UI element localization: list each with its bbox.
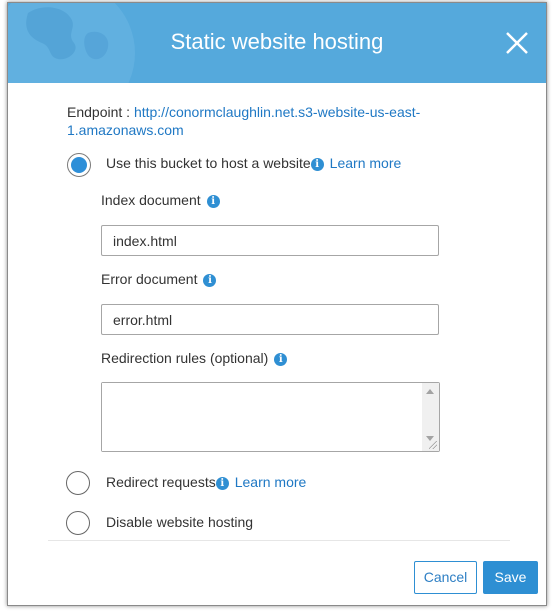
option-disable-hosting: Disable website hosting [106, 514, 253, 530]
option-host-website-label: Use this bucket to host a website [106, 155, 311, 171]
save-button[interactable]: Save [483, 561, 538, 594]
learn-more-link-redirect[interactable]: Learn more [235, 474, 307, 490]
info-icon[interactable]: i [203, 274, 217, 287]
endpoint-line: Endpoint : http://conormclaughlin.net.s3… [67, 103, 447, 139]
close-icon[interactable] [504, 30, 530, 56]
index-document-input[interactable] [101, 225, 439, 256]
info-icon[interactable]: i [274, 353, 288, 366]
info-icon[interactable]: i [215, 477, 229, 490]
option-redirect-requests-label: Redirect requests [106, 474, 216, 490]
error-document-input[interactable] [101, 304, 439, 335]
scroll-up-arrow-icon[interactable] [426, 389, 434, 394]
radio-host-website[interactable] [67, 153, 91, 177]
index-document-label-row: Index document i [101, 192, 220, 208]
resize-grip-icon[interactable] [429, 441, 437, 449]
redirection-rules-label: Redirection rules (optional) [101, 350, 269, 366]
radio-disable-hosting[interactable] [66, 511, 90, 535]
option-redirect-requests: Redirect requests i Learn more [106, 474, 306, 490]
error-document-label-row: Error document i [101, 271, 217, 287]
static-website-hosting-dialog: Static website hosting Endpoint : http:/… [7, 2, 547, 606]
option-disable-hosting-label: Disable website hosting [106, 514, 254, 530]
info-icon[interactable]: i [206, 195, 220, 208]
redirection-rules-label-row: Redirection rules (optional) i [101, 350, 288, 366]
endpoint-label: Endpoint : [67, 104, 134, 120]
redirection-rules-textarea[interactable] [102, 383, 422, 451]
index-document-label: Index document [101, 192, 201, 208]
info-icon[interactable]: i [310, 158, 324, 171]
radio-redirect-requests[interactable] [66, 471, 90, 495]
dialog-header: Static website hosting [8, 3, 546, 83]
footer-divider [48, 540, 510, 541]
redirection-rules-textarea-box [101, 382, 440, 452]
learn-more-link-host[interactable]: Learn more [330, 155, 402, 171]
option-host-website: Use this bucket to host a website i Learn … [106, 155, 401, 171]
error-document-label: Error document [101, 271, 198, 287]
cancel-button[interactable]: Cancel [414, 561, 477, 594]
dialog-title: Static website hosting [170, 29, 384, 54]
